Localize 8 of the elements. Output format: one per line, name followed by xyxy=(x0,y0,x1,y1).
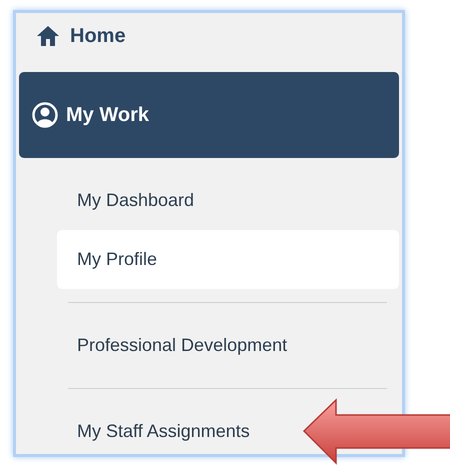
nav-subitem[interactable]: My Dashboard xyxy=(57,171,198,230)
nav-subitem[interactable]: My Staff Assignments xyxy=(57,402,254,461)
home-link[interactable]: Home xyxy=(19,21,399,51)
home-icon xyxy=(36,25,60,47)
nav-subitem[interactable]: Professional Development xyxy=(57,316,292,375)
nav-subitem[interactable]: My Profile xyxy=(57,230,399,289)
user-circle-icon xyxy=(32,102,58,128)
nav-section-header[interactable]: My Work xyxy=(19,72,399,158)
